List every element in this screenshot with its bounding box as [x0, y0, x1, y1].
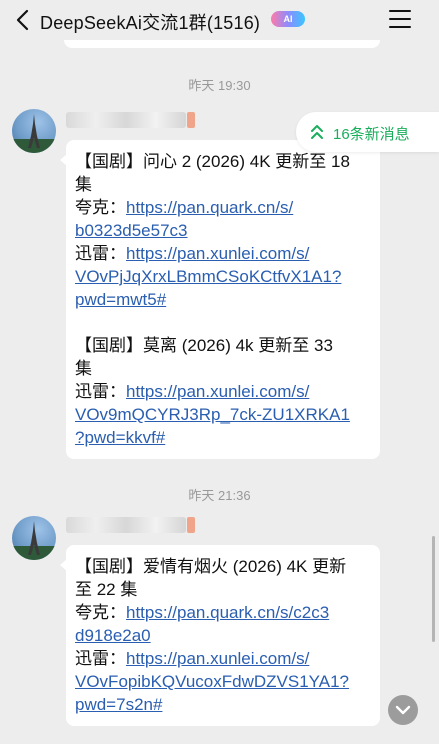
message-link-row: 迅雷：https://pan.xunlei.com/s/ — [75, 380, 370, 403]
message-link-line[interactable]: VOvPjJqXrxLBmmCSoKCtfvX1A1? — [75, 265, 370, 288]
new-messages-button[interactable]: 16条新消息 — [296, 112, 439, 152]
chat-header: DeepSeekAi交流1群(1516) AI — [0, 0, 439, 40]
timestamp: 昨天 21:36 — [188, 488, 251, 503]
message-text-line: 至 22 集 — [75, 580, 138, 599]
sender-name-blurred-mark — [187, 517, 195, 533]
message-link-row: 夸克：https://pan.quark.cn/s/c2c3 — [75, 601, 370, 624]
share-link[interactable]: VOv9mQCYRJ3Rp_7ck-ZU1XRKA1 — [75, 405, 350, 424]
message-text-line: 【国剧】爱情有烟火 (2026) 4K 更新 — [75, 557, 347, 576]
share-link[interactable]: ?pwd=kkvf# — [75, 428, 165, 447]
sender-name-blurred-mark — [187, 112, 195, 128]
link-provider-label: 迅雷： — [75, 244, 126, 263]
chevron-down-icon — [395, 705, 411, 715]
message-link-line[interactable]: pwd=7s2n# — [75, 693, 370, 716]
link-provider-label: 迅雷： — [75, 382, 126, 401]
message-link-row: 夸克：https://pan.quark.cn/s/ — [75, 196, 370, 219]
message-text-line: 【国剧】莫离 (2026) 4k 更新至 33 — [75, 336, 333, 355]
new-messages-label: 16条新消息 — [333, 126, 410, 143]
message-link-line[interactable]: VOv9mQCYRJ3Rp_7ck-ZU1XRKA1 — [75, 403, 370, 426]
share-link[interactable]: d918e2a0 — [75, 626, 151, 645]
message-text-line: 集 — [75, 359, 92, 378]
double-chevron-up-icon — [311, 125, 323, 139]
link-provider-label: 迅雷： — [75, 649, 126, 668]
scrollbar[interactable] — [432, 536, 435, 642]
message-link-line[interactable]: b0323d5e57c3 — [75, 219, 370, 242]
eiffel-tower-icon — [28, 114, 40, 148]
share-link[interactable]: https://pan.xunlei.com/s/ — [126, 649, 309, 668]
message-link-line[interactable]: ?pwd=kkvf# — [75, 426, 370, 449]
share-link[interactable]: pwd=mwt5# — [75, 290, 166, 309]
message-link-line[interactable]: pwd=mwt5# — [75, 288, 370, 311]
message-bubble[interactable]: 【国剧】爱情有烟火 (2026) 4K 更新至 22 集夸克：https://p… — [60, 545, 380, 726]
share-link[interactable]: https://pan.quark.cn/s/c2c3 — [126, 603, 329, 622]
share-link[interactable]: https://pan.xunlei.com/s/ — [126, 244, 309, 263]
link-provider-label: 夸克： — [75, 603, 126, 622]
sender-name-blurred — [66, 112, 186, 128]
message-link-line[interactable]: d918e2a0 — [75, 624, 370, 647]
chat-title: DeepSeekAi交流1群(1516) — [40, 13, 261, 33]
message-link-row: 迅雷：https://pan.xunlei.com/s/ — [75, 242, 370, 265]
message-text-line: 集 — [75, 175, 92, 194]
avatar[interactable] — [12, 109, 56, 153]
message-link-line[interactable]: VOvFopibKQVucoxFdwDZVS1YA1? — [75, 670, 370, 693]
sender-name-blurred — [66, 517, 186, 533]
share-link[interactable]: b0323d5e57c3 — [75, 221, 188, 240]
message-text-line: 【国剧】问心 2 (2026) 4K 更新至 18 — [75, 152, 350, 171]
scroll-to-bottom-button[interactable] — [388, 695, 418, 725]
message-link-row: 迅雷：https://pan.xunlei.com/s/ — [75, 647, 370, 670]
share-link[interactable]: VOvPjJqXrxLBmmCSoKCtfvX1A1? — [75, 267, 341, 286]
hamburger-menu-icon[interactable] — [389, 10, 411, 30]
share-link[interactable]: pwd=7s2n# — [75, 695, 162, 714]
timestamp: 昨天 19:30 — [188, 78, 251, 93]
ai-badge: AI — [271, 11, 305, 27]
chevron-left-icon[interactable] — [14, 8, 34, 32]
avatar[interactable] — [12, 516, 56, 560]
share-link[interactable]: https://pan.quark.cn/s/ — [126, 198, 293, 217]
message-bubble[interactable]: 【国剧】问心 2 (2026) 4K 更新至 18 集夸克：https://pan… — [60, 140, 380, 459]
share-link[interactable]: VOvFopibKQVucoxFdwDZVS1YA1? — [75, 672, 349, 691]
link-provider-label: 夸克： — [75, 198, 126, 217]
eiffel-tower-icon — [28, 521, 40, 555]
share-link[interactable]: https://pan.xunlei.com/s/ — [126, 382, 309, 401]
